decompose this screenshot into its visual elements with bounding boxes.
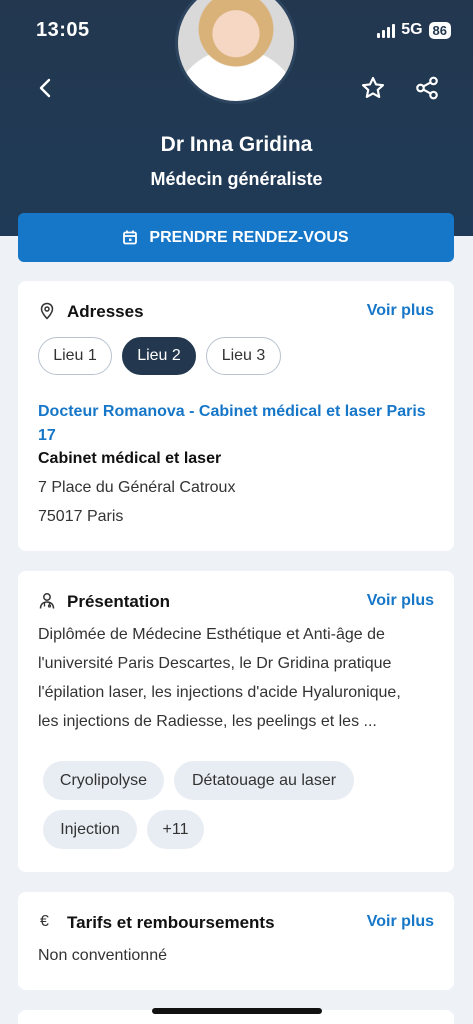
calendar-icon	[123, 230, 138, 245]
place-name-line2: 17	[38, 427, 56, 444]
place-name-line1: Docteur Romanova - Cabinet médical et la…	[38, 403, 426, 420]
address-street: 7 Place du Général Catroux	[38, 479, 236, 496]
tag-injection: Injection	[43, 810, 137, 849]
tag-detatouage: Détatouage au laser	[174, 761, 354, 800]
tab-lieu-1[interactable]: Lieu 1	[38, 337, 112, 375]
fees-title: Tarifs et remboursements	[67, 913, 275, 932]
fees-see-more-link[interactable]: Voir plus	[367, 913, 434, 931]
share-icon[interactable]	[414, 75, 440, 101]
doctor-specialty: Médecin généraliste	[150, 169, 323, 189]
status-indicators: 5G 86	[377, 21, 451, 39]
presentation-text: Diplômée de Médecine Esthétique et Anti-…	[38, 620, 438, 736]
fees-value: Non conventionné	[38, 947, 167, 964]
presentation-line: les injections de Radiesse, les peelings…	[38, 713, 377, 730]
status-time: 13:05	[36, 19, 90, 41]
addresses-see-more-link[interactable]: Voir plus	[367, 302, 434, 320]
book-appointment-label: PRENDRE RENDEZ-VOUS	[149, 228, 349, 246]
place-type: Cabinet médical et laser	[38, 450, 222, 467]
book-appointment-button[interactable]: PRENDRE RENDEZ-VOUS	[18, 213, 454, 262]
back-arrow-icon[interactable]	[34, 76, 58, 100]
address-city: 75017 Paris	[38, 508, 124, 525]
presentation-line: Diplômée de Médecine Esthétique et Anti-…	[38, 626, 385, 643]
tab-lieu-2[interactable]: Lieu 2	[122, 337, 196, 375]
tab-lieu-3[interactable]: Lieu 3	[206, 337, 281, 375]
tag-more-count[interactable]: +11	[147, 810, 204, 849]
battery-icon: 86	[428, 21, 451, 39]
doctor-avatar	[175, 0, 297, 104]
profile-header: 13:05 5G 86 Dr Inna Gridina Médecin géné…	[0, 0, 473, 236]
home-indicator[interactable]	[152, 1008, 322, 1014]
location-pin-icon	[40, 302, 54, 320]
fees-card: € Tarifs et remboursements Voir plus Non…	[18, 892, 454, 990]
addresses-title: Adresses	[67, 302, 144, 321]
signal-icon	[377, 23, 396, 38]
presentation-line: l'université Paris Descartes, le Dr Grid…	[38, 655, 392, 672]
presentation-line: l'épilation laser, les injections d'acid…	[38, 684, 401, 701]
tag-cryolipolyse: Cryolipolyse	[43, 761, 164, 800]
presentation-see-more-link[interactable]: Voir plus	[367, 592, 434, 610]
presentation-title: Présentation	[67, 592, 170, 611]
network-label: 5G	[401, 21, 423, 38]
doctor-name: Dr Inna Gridina	[160, 133, 313, 156]
doctor-icon	[39, 593, 55, 609]
euro-icon: €	[40, 913, 49, 930]
place-name-link[interactable]: Docteur Romanova - Cabinet médical et la…	[38, 400, 438, 448]
star-icon[interactable]	[360, 75, 386, 101]
